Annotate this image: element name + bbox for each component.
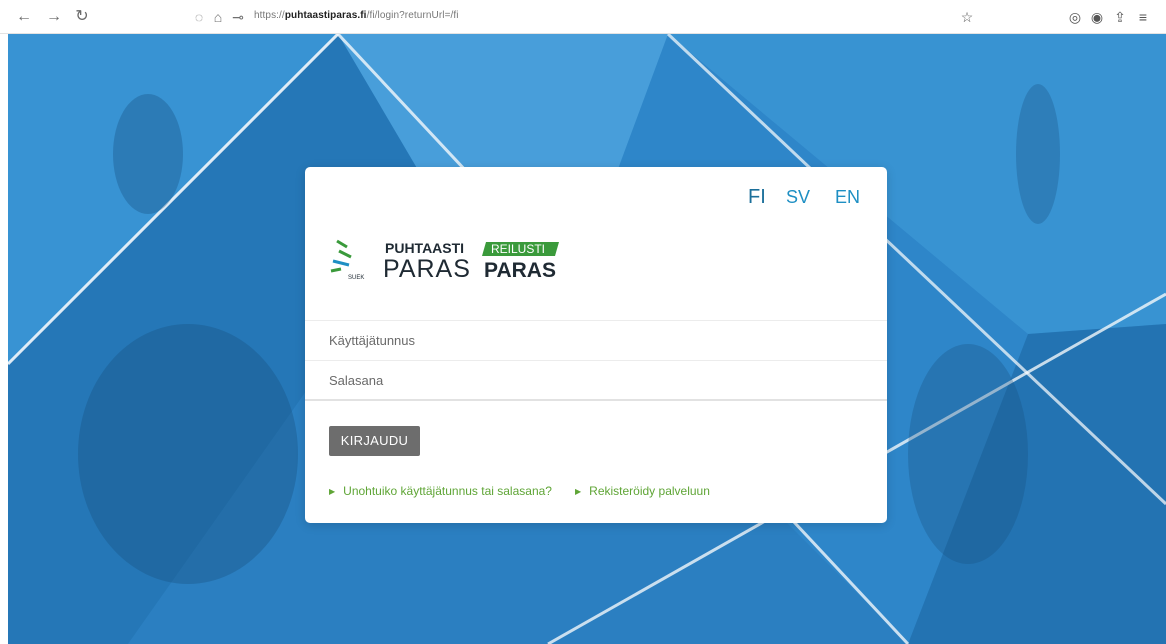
forward-arrow-icon[interactable]: → [44,7,64,27]
lock-icon[interactable]: ⌂ [209,7,227,27]
login-button[interactable]: KIRJAUDU [329,426,420,456]
language-en[interactable]: EN [835,187,860,208]
logo-graphic: SUEK PUHTAASTI PARAS REILUSTI PARAS [330,239,559,283]
puhtaasti-paras-logo: SUEK PUHTAASTI PARAS REILUSTI PARAS [329,235,569,285]
shield-icon[interactable]: ◌ [190,7,208,27]
logo-sub-line2: PARAS [484,259,556,282]
logo-suek: SUEK [348,275,364,281]
account-icon[interactable]: ◉ [1088,7,1106,27]
logo-brand-line1: PUHTAASTI [385,240,464,256]
back-arrow-icon[interactable]: ← [14,7,34,27]
share-icon[interactable]: ⇪ [1111,7,1129,27]
language-sv[interactable]: SV [786,187,810,208]
forgot-credentials-link[interactable]: ▶ Unohtuiko käyttäjätunnus tai salasana? [329,484,552,498]
username-input[interactable] [327,321,871,359]
caret-right-icon: ▶ [329,487,336,496]
username-field [305,320,887,359]
pocket-icon[interactable]: ◎ [1066,7,1084,27]
language-fi[interactable]: FI [748,186,766,209]
password-field [305,360,887,399]
caret-right-icon: ▶ [575,487,582,496]
bookmark-star-icon[interactable]: ☆ [958,7,976,27]
logo-brand-line2: PARAS [383,255,471,283]
address-bar[interactable]: https://puhtaastiparas.fi/fi/login?retur… [254,10,459,21]
forgot-credentials-label: Unohtuiko käyttäjätunnus tai salasana? [343,484,552,498]
url-path: /fi/login?returnUrl=/fi [366,10,459,21]
register-label: Rekisteröidy palveluun [589,484,710,498]
form-divider [305,399,887,401]
login-card: FI SV EN SUEK PUHTAASTI PARAS REILUSTI P… [305,167,887,523]
register-link[interactable]: ▶ Rekisteröidy palveluun [575,484,710,498]
logo-sub-badge: REILUSTI [491,242,545,256]
password-input[interactable] [327,361,871,399]
reload-icon[interactable]: ↻ [72,7,92,27]
menu-icon[interactable]: ≡ [1134,7,1152,27]
browser-toolbar: ← → ↻ ◌ ⌂ ⊸ https://puhtaastiparas.fi/fi… [0,0,1166,34]
url-domain: puhtaastiparas.fi [284,10,367,21]
url-prefix: https:// [254,10,285,21]
key-icon[interactable]: ⊸ [229,7,247,27]
